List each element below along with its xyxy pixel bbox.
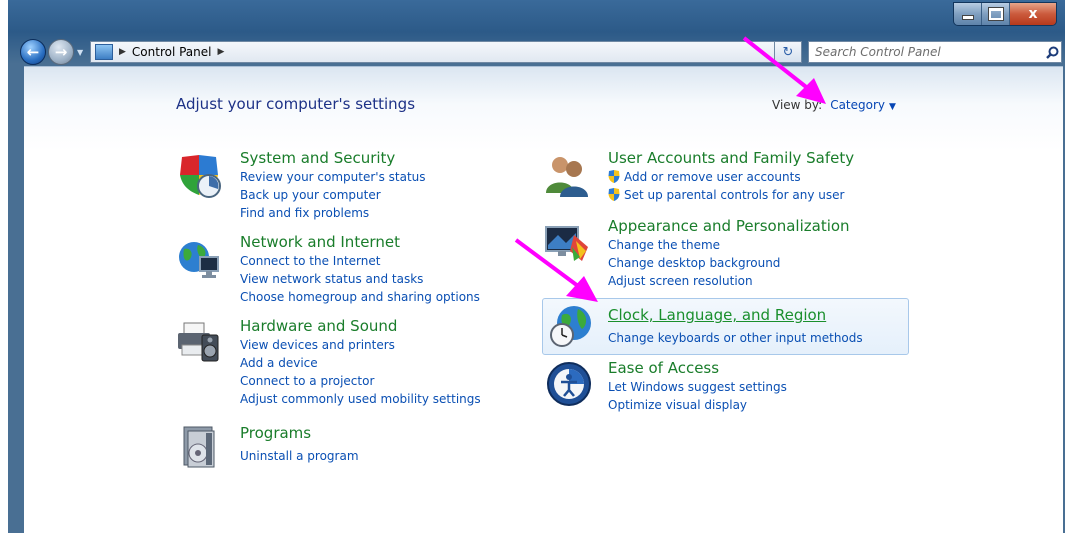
control-panel-icon (95, 44, 113, 60)
chevron-right-icon[interactable]: ▶ (218, 47, 225, 57)
navigation-bar: ← → ▼ ▶ Control Panel ▶ ↻ (8, 36, 1065, 66)
maximize-button[interactable] (982, 3, 1010, 25)
link-change-theme[interactable]: Change the theme (608, 238, 720, 252)
link-uninstall-program[interactable]: Uninstall a program (240, 449, 359, 463)
link-review-status[interactable]: Review your computer's status (240, 170, 426, 184)
category-title-hardware-and-sound[interactable]: Hardware and Sound (240, 317, 397, 335)
globe-network-icon[interactable] (176, 237, 222, 283)
minimize-button[interactable] (954, 3, 982, 25)
forward-arrow-icon: → (54, 43, 68, 61)
link-projector[interactable]: Connect to a projector (240, 374, 374, 388)
link-add-device[interactable]: Add a device (240, 356, 318, 370)
title-bar: x (8, 0, 1065, 40)
programs-icon[interactable] (176, 423, 222, 469)
link-find-fix-problems[interactable]: Find and fix problems (240, 206, 369, 220)
search-button[interactable] (1043, 43, 1061, 61)
window-controls: x (953, 2, 1057, 26)
uac-shield-icon (608, 170, 620, 183)
back-arrow-icon: ← (26, 43, 40, 61)
category-title-system-and-security[interactable]: System and Security (240, 149, 395, 167)
category-title-clock-language-region[interactable]: Clock, Language, and Region (608, 306, 826, 324)
link-change-keyboards[interactable]: Change keyboards or other input methods (608, 331, 863, 345)
link-desktop-background[interactable]: Change desktop background (608, 256, 780, 270)
chevron-down-icon: ▼ (77, 48, 84, 57)
link-add-remove-users[interactable]: Add or remove user accounts (608, 170, 801, 184)
link-parental-controls-label: Set up parental controls for any user (624, 188, 845, 202)
search-icon (1045, 46, 1058, 59)
printer-speaker-icon[interactable] (176, 319, 222, 365)
users-icon[interactable] (544, 153, 590, 199)
link-optimize-display[interactable]: Optimize visual display (608, 398, 747, 412)
search-input[interactable] (809, 44, 1043, 60)
close-button[interactable]: x (1010, 3, 1056, 25)
link-add-remove-users-label: Add or remove user accounts (624, 170, 801, 184)
link-connect-internet[interactable]: Connect to the Internet (240, 254, 380, 268)
shield-icon[interactable] (176, 153, 222, 199)
category-title-ease-of-access[interactable]: Ease of Access (608, 359, 719, 377)
forward-button[interactable]: → (48, 39, 74, 65)
link-backup[interactable]: Back up your computer (240, 188, 381, 202)
link-mobility-settings[interactable]: Adjust commonly used mobility settings (240, 392, 481, 406)
control-panel-window: x ← → ▼ ▶ Control Panel ▶ ↻ Adjust your … (0, 0, 1065, 534)
category-title-appearance[interactable]: Appearance and Personalization (608, 217, 850, 235)
uac-shield-icon (608, 188, 620, 201)
annotation-arrow-clock (514, 238, 598, 302)
breadcrumb-control-panel[interactable]: Control Panel (132, 45, 212, 59)
page-title: Adjust your computer's settings (176, 95, 416, 113)
link-devices-printers[interactable]: View devices and printers (240, 338, 395, 352)
link-screen-resolution[interactable]: Adjust screen resolution (608, 274, 753, 288)
link-windows-suggest[interactable]: Let Windows suggest settings (608, 380, 787, 394)
category-title-user-accounts[interactable]: User Accounts and Family Safety (608, 149, 854, 167)
link-homegroup[interactable]: Choose homegroup and sharing options (240, 290, 480, 304)
address-bar[interactable]: ▶ Control Panel ▶ (90, 41, 780, 63)
back-button[interactable]: ← (20, 39, 46, 65)
category-title-programs[interactable]: Programs (240, 424, 311, 442)
minimize-icon (961, 15, 974, 20)
category-title-network-and-internet[interactable]: Network and Internet (240, 233, 400, 251)
maximize-icon (987, 7, 1004, 21)
chevron-down-icon[interactable]: ▼ (889, 102, 896, 112)
link-parental-controls[interactable]: Set up parental controls for any user (608, 188, 844, 202)
ease-of-access-icon[interactable] (546, 361, 592, 407)
search-box (808, 41, 1062, 63)
recent-pages-dropdown[interactable]: ▼ (77, 48, 83, 57)
chevron-right-icon[interactable]: ▶ (119, 47, 126, 57)
annotation-arrow-view-by (742, 36, 826, 104)
link-network-status[interactable]: View network status and tasks (240, 272, 423, 286)
